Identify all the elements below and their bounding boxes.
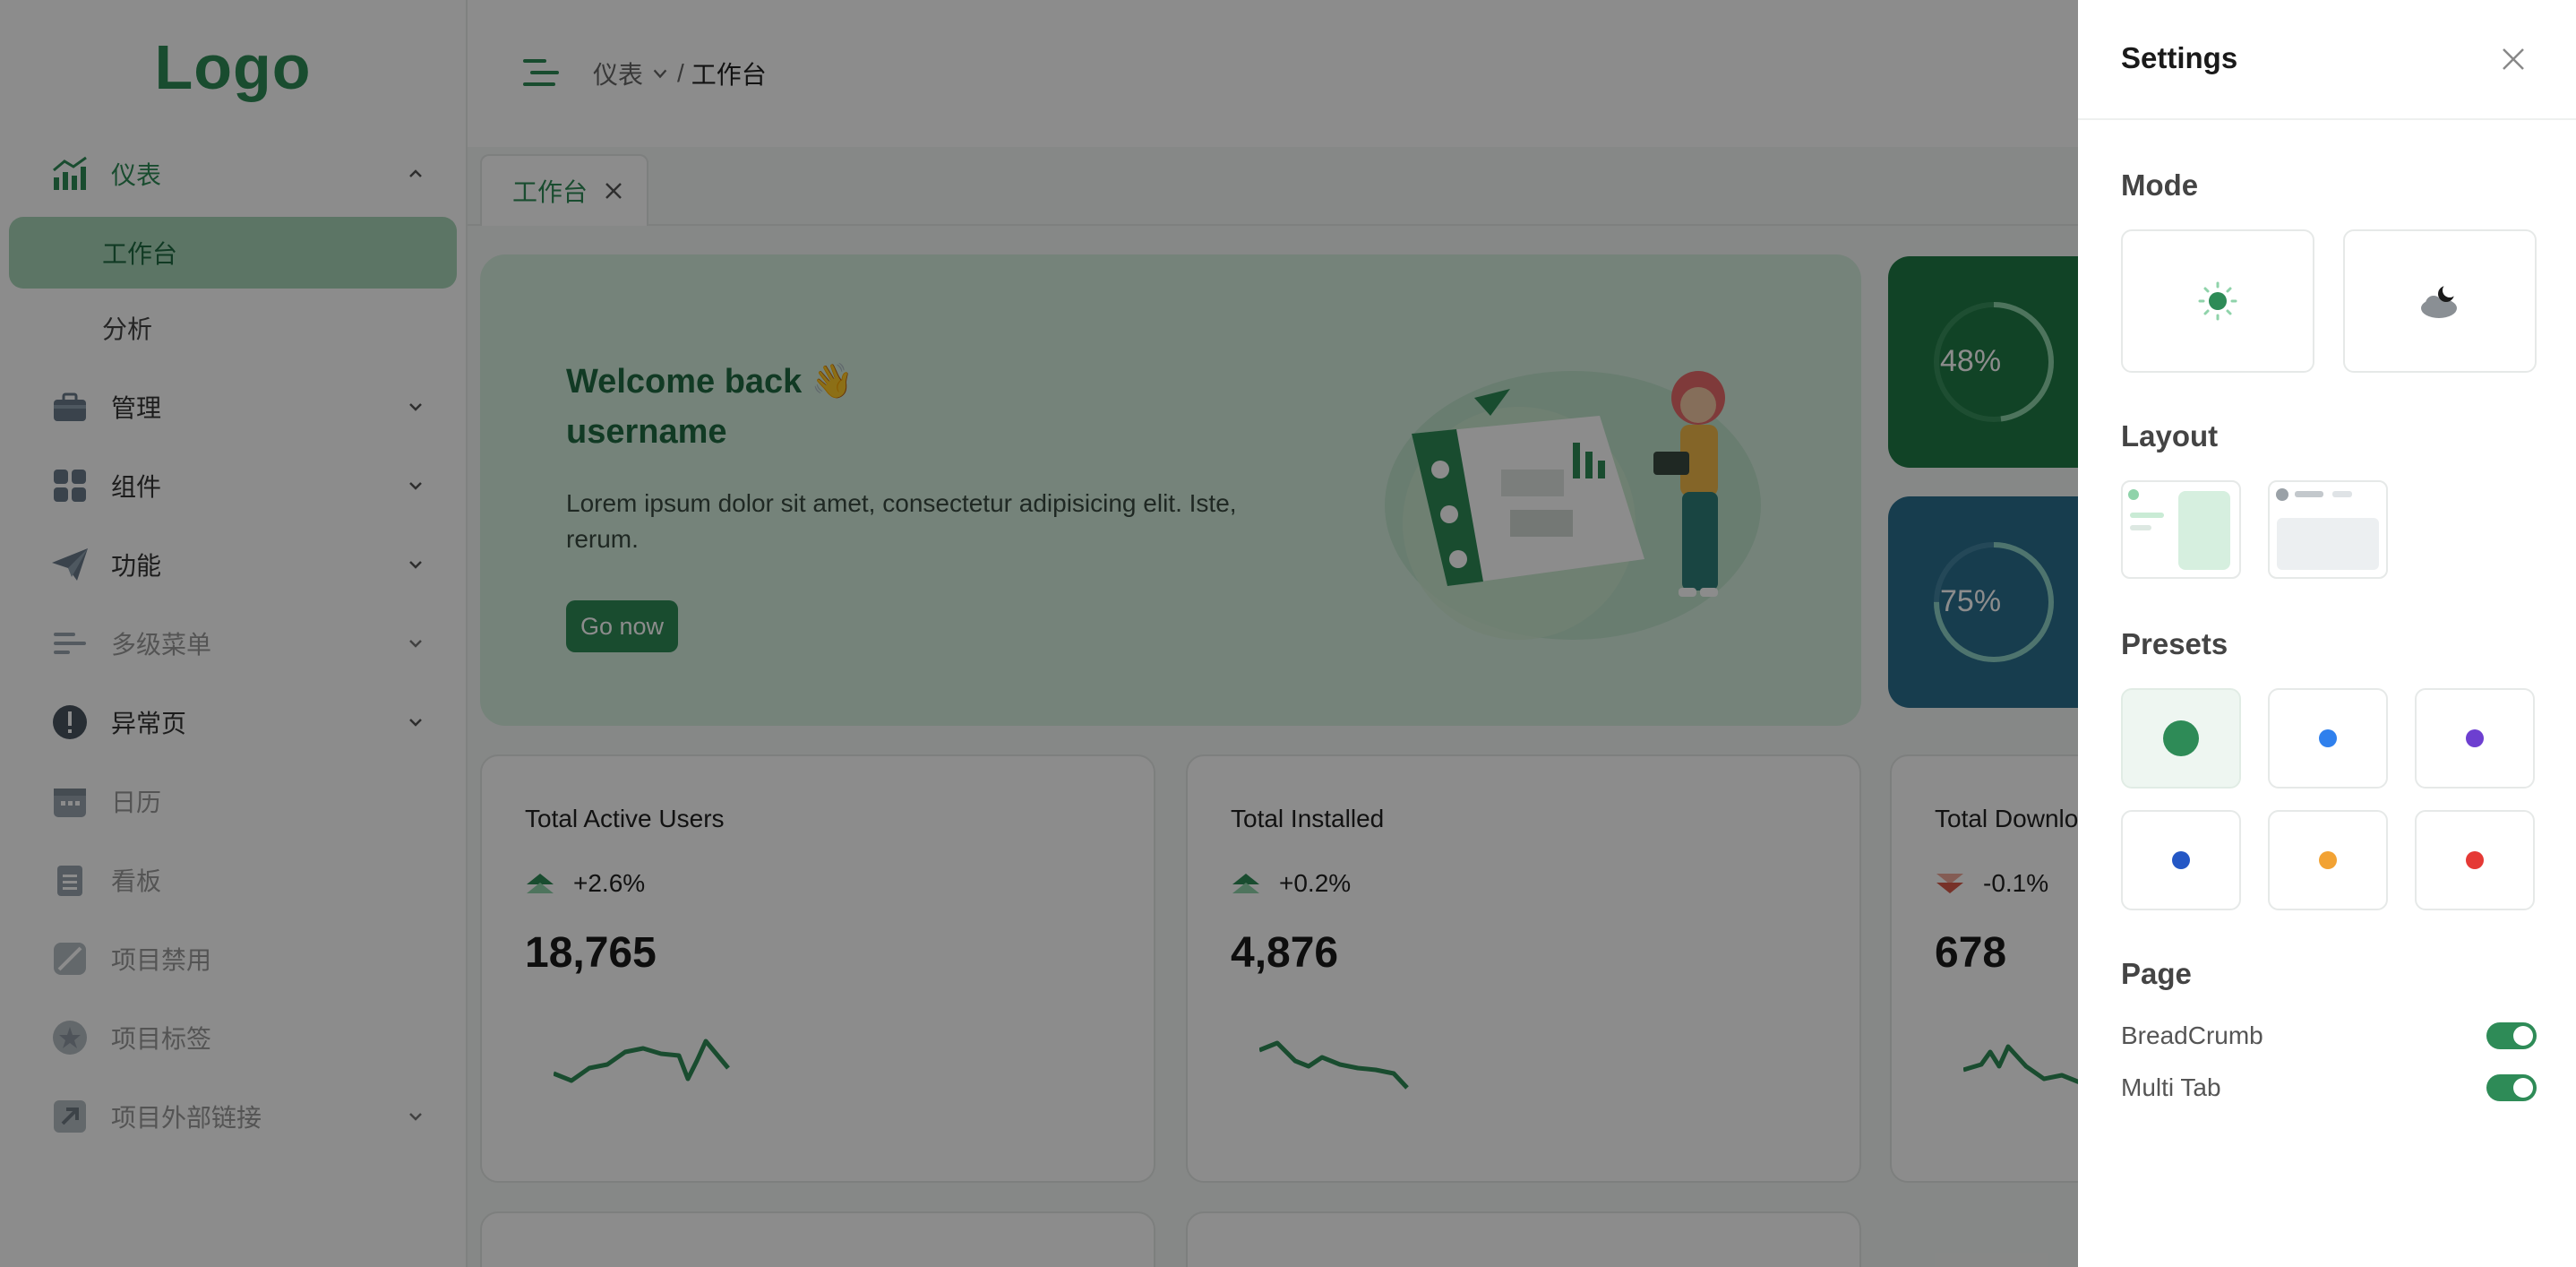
mode-section-title: Mode xyxy=(2121,168,2199,202)
color-swatch xyxy=(2319,851,2337,869)
sun-icon xyxy=(2198,281,2237,321)
color-swatch xyxy=(2466,729,2484,747)
preset-orange[interactable] xyxy=(2268,810,2388,910)
light-mode-option[interactable] xyxy=(2121,229,2314,373)
drawer-header: Settings xyxy=(2078,0,2576,120)
color-swatch xyxy=(2319,729,2337,747)
settings-drawer: Settings Mode Layout Presets Page BreadC… xyxy=(2078,0,2576,1267)
breadcrumb-switch[interactable] xyxy=(2486,1022,2537,1049)
presets-section-title: Presets xyxy=(2121,627,2228,660)
app-root: Logo 仪表 工作台 分析 管理 组件 功能 多级菜单 异常页 日历 看板 项… xyxy=(0,0,2576,1267)
dark-mode-option[interactable] xyxy=(2343,229,2537,373)
layout-vertical-option[interactable] xyxy=(2121,480,2241,579)
layout-horizontal-option[interactable] xyxy=(2268,480,2388,579)
layout-section-title: Layout xyxy=(2121,419,2219,452)
layout-vertical-preview xyxy=(2128,489,2230,570)
preset-red[interactable] xyxy=(2415,810,2535,910)
close-icon[interactable] xyxy=(2501,47,2526,72)
color-swatch xyxy=(2163,720,2199,756)
color-swatch xyxy=(2466,851,2484,869)
color-swatch xyxy=(2172,851,2190,869)
preset-green[interactable] xyxy=(2121,688,2241,789)
layout-horizontal-preview xyxy=(2276,488,2379,570)
preset-blue[interactable] xyxy=(2268,688,2388,789)
multi-tab-toggle-row: Multi Tab xyxy=(2121,1070,2537,1106)
multi-tab-switch[interactable] xyxy=(2486,1074,2537,1101)
drawer-title: Settings xyxy=(2121,41,2238,74)
breadcrumb-toggle-row: BreadCrumb xyxy=(2121,1018,2537,1054)
preset-dark-blue[interactable] xyxy=(2121,810,2241,910)
page-section-title: Page xyxy=(2121,957,2192,990)
preset-purple[interactable] xyxy=(2415,688,2535,789)
toggle-label: Multi Tab xyxy=(2121,1073,2221,1101)
toggle-label: BreadCrumb xyxy=(2121,1021,2263,1049)
moon-cloud-icon xyxy=(2421,283,2457,318)
